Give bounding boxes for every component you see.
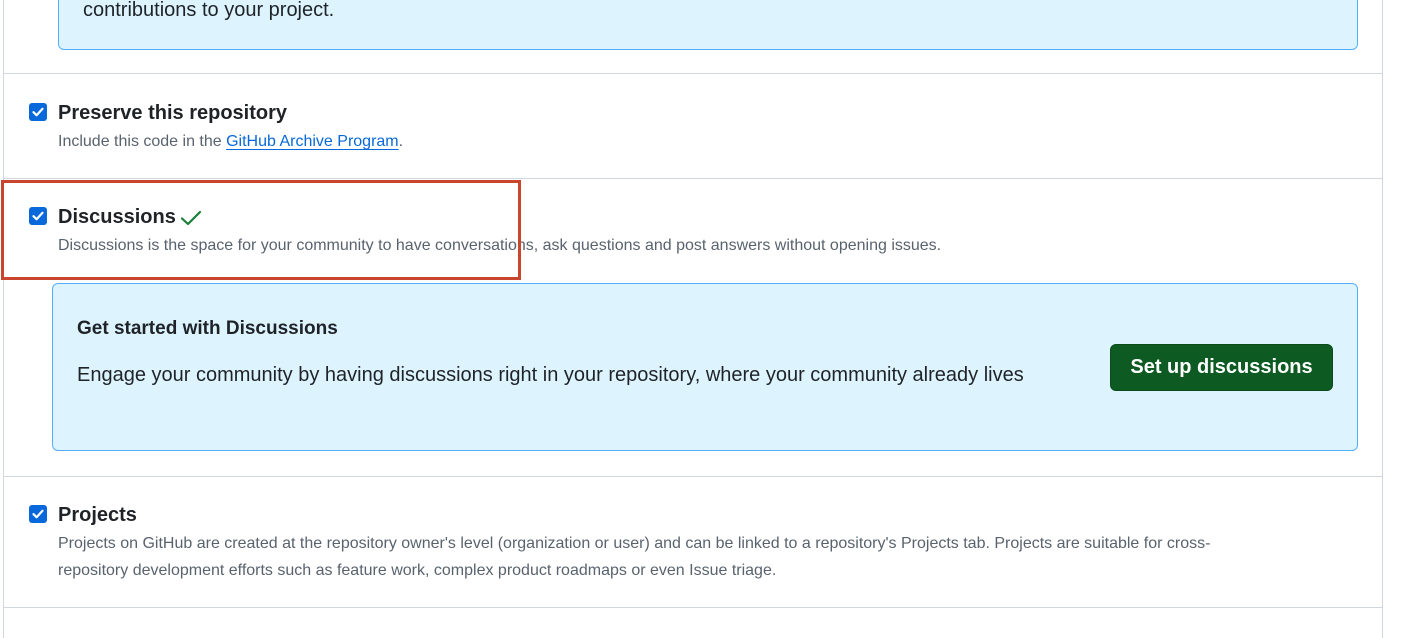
preserve-desc-suffix: . xyxy=(398,133,404,150)
top-callout-text: contributions to your project. xyxy=(83,0,335,21)
discussions-callout: Get started with Discussions Engage your… xyxy=(52,283,1358,451)
top-callout: contributions to your project. xyxy=(58,0,1358,50)
checkbox-check-icon xyxy=(32,107,44,117)
divider xyxy=(4,73,1382,74)
divider xyxy=(4,476,1382,477)
discussions-callout-body: Engage your community by having discussi… xyxy=(77,364,1024,386)
projects-title: Projects xyxy=(58,504,137,526)
highlight-box xyxy=(1,180,521,280)
preserve-description: Include this code in the GitHub Archive … xyxy=(58,128,403,155)
discussions-callout-title: Get started with Discussions xyxy=(77,318,338,339)
github-archive-program-link[interactable]: GitHub Archive Program xyxy=(226,133,399,150)
set-up-discussions-button[interactable]: Set up discussions xyxy=(1110,344,1333,391)
projects-desc-line1: Projects on GitHub are created at the re… xyxy=(58,535,1211,552)
projects-checkbox[interactable] xyxy=(29,505,47,523)
preserve-title: Preserve this repository xyxy=(58,102,287,124)
projects-desc-line2: repository development efforts such as f… xyxy=(58,562,777,579)
checkbox-check-icon xyxy=(32,509,44,519)
preserve-desc-prefix: Include this code in the xyxy=(58,133,227,150)
projects-description: Projects on GitHub are created at the re… xyxy=(58,530,1210,584)
divider xyxy=(4,178,1382,179)
divider xyxy=(4,607,1382,608)
preserve-checkbox[interactable] xyxy=(29,103,47,121)
